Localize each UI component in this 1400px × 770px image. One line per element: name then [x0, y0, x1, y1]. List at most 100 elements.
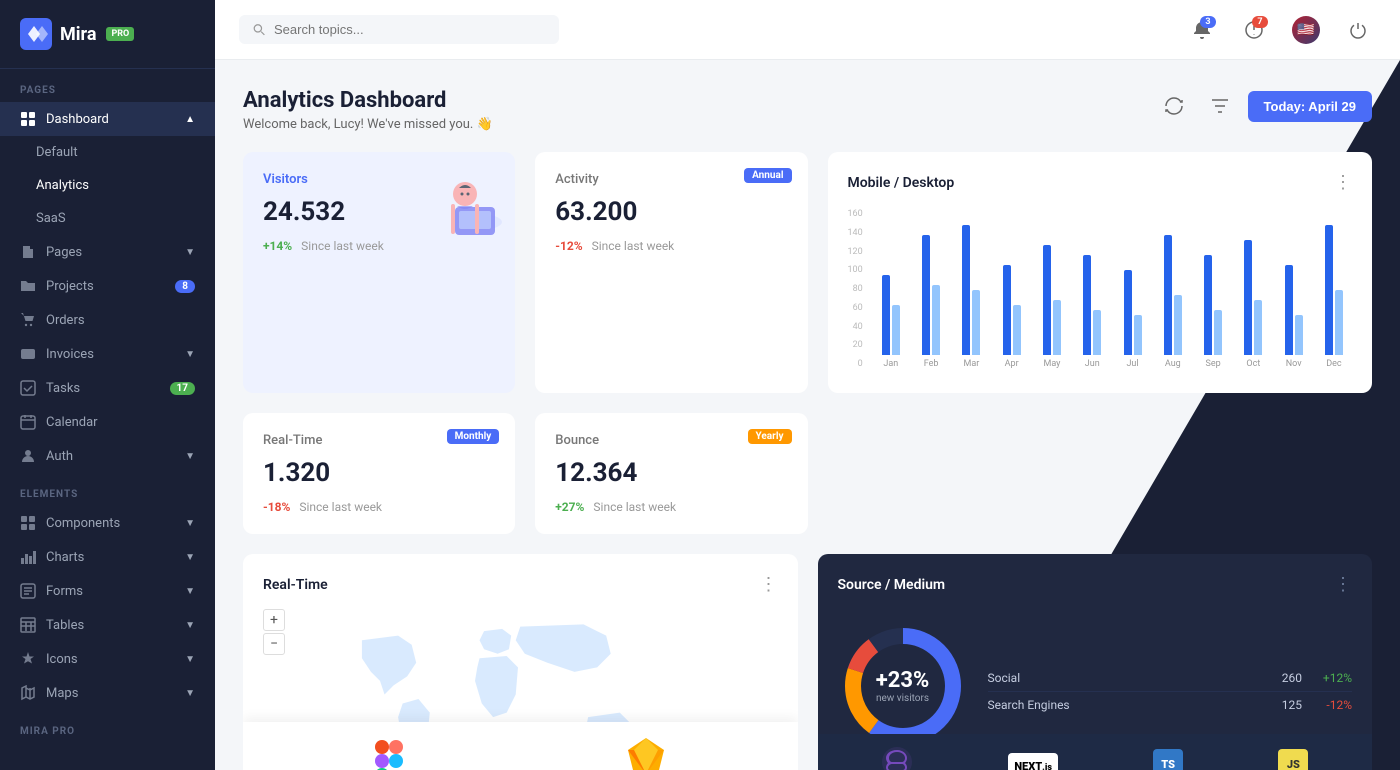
source-title: Source / Medium [838, 577, 946, 593]
source-change-search: -12% [1302, 698, 1352, 712]
bar-group-may: May [1034, 195, 1070, 369]
bar-mobile-mar [972, 290, 980, 355]
sidebar-item-calendar[interactable]: Calendar [0, 405, 215, 439]
nextjs-text: NEXT.js [1014, 760, 1052, 770]
source-list: Social 260 +12% Search Engines 125 -12% [988, 655, 1353, 718]
refresh-button[interactable] [1156, 88, 1192, 124]
page-title: Analytics Dashboard [243, 88, 493, 113]
source-name-search: Search Engines [988, 698, 1253, 712]
search-input[interactable] [274, 22, 545, 37]
filter-button[interactable] [1202, 88, 1238, 124]
visitors-pct: +14% [263, 239, 292, 253]
bar-desktop-oct [1244, 240, 1252, 355]
content-inner: Analytics Dashboard Welcome back, Lucy! … [215, 60, 1400, 770]
maps-icon [20, 685, 36, 701]
map-header: Real-Time ⋮ [263, 574, 778, 595]
icons-icon [20, 651, 36, 667]
sidebar-item-auth[interactable]: Auth ▼ [0, 439, 215, 473]
sidebar-item-tasks[interactable]: Tasks 17 [0, 371, 215, 405]
content-area: Analytics Dashboard Welcome back, Lucy! … [215, 60, 1400, 770]
map-more-button[interactable]: ⋮ [760, 574, 778, 595]
donut-sublabel: new visitors [876, 693, 930, 704]
alerts-count: 7 [1252, 16, 1268, 28]
dashboard-chevron: ▲ [185, 114, 195, 125]
bar-desktop-jan [882, 275, 890, 355]
maps-label: Maps [46, 686, 78, 701]
alerts-button[interactable]: 7 [1236, 12, 1272, 48]
sidebar-item-orders[interactable]: Orders [0, 303, 215, 337]
map-title: Real-Time [263, 577, 328, 593]
map-controls[interactable]: + − [263, 609, 285, 655]
bar-mobile-nov [1295, 315, 1303, 355]
bar-mobile-jan [892, 305, 900, 355]
filter-icon [1211, 97, 1229, 115]
logo-text: Mira [60, 24, 96, 45]
redux-icon [881, 746, 913, 770]
sidebar-item-forms[interactable]: Forms ▼ [0, 574, 215, 608]
components-icon [20, 515, 36, 531]
realtime-badge: Monthly [447, 429, 500, 444]
tasks-badge: 17 [170, 382, 195, 395]
auth-chevron: ▼ [185, 451, 195, 462]
auth-label: Auth [46, 449, 73, 464]
today-button[interactable]: Today: April 29 [1248, 91, 1372, 122]
search-wrap[interactable] [239, 15, 559, 44]
bar-desktop-nov [1285, 265, 1293, 355]
activity-since: Since last week [592, 239, 675, 253]
sidebar-item-default[interactable]: Default [0, 136, 215, 169]
source-name-social: Social [988, 671, 1253, 685]
bar-month-label-apr: Apr [1005, 359, 1019, 369]
sidebar-item-charts[interactable]: Charts ▼ [0, 540, 215, 574]
mirapro-section-label: MIRA PRO [0, 710, 215, 743]
more-options-button[interactable]: ⋮ [1334, 172, 1352, 193]
source-more-button[interactable]: ⋮ [1334, 574, 1352, 595]
bar-desktop-feb [922, 235, 930, 355]
source-change-social: +12% [1302, 671, 1352, 685]
forms-icon [20, 583, 36, 599]
maps-chevron: ▼ [185, 688, 195, 699]
notifications-count: 3 [1200, 16, 1216, 28]
sidebar-item-projects[interactable]: Projects 8 [0, 269, 215, 303]
sidebar-item-saas[interactable]: SaaS [0, 202, 215, 235]
icons-chevron: ▼ [185, 654, 195, 665]
bar-group-dec: Dec [1316, 195, 1352, 369]
sidebar-item-maps[interactable]: Maps ▼ [0, 676, 215, 710]
bar-month-label-oct: Oct [1246, 359, 1260, 369]
sidebar-item-invoices[interactable]: Invoices ▼ [0, 337, 215, 371]
sidebar-item-dashboard[interactable]: Dashboard ▲ [0, 102, 215, 136]
components-chevron: ▼ [185, 518, 195, 529]
bounce-pct: +27% [555, 500, 584, 514]
bar-month-label-jun: Jun [1085, 359, 1100, 369]
components-label: Components [46, 516, 120, 531]
sidebar-item-tables[interactable]: Tables ▼ [0, 608, 215, 642]
analytics-label: Analytics [36, 178, 89, 193]
sidebar-item-analytics[interactable]: Analytics [0, 169, 215, 202]
source-row-social: Social 260 +12% [988, 665, 1353, 692]
chart-icon [20, 549, 36, 565]
folder-icon [20, 278, 36, 294]
bar-mobile-dec [1335, 290, 1343, 355]
bar-mobile-sep [1214, 310, 1222, 355]
sidebar-item-pages[interactable]: Pages ▼ [0, 235, 215, 269]
donut-pct: +23% [876, 668, 930, 693]
zoom-in-button[interactable]: + [263, 609, 285, 631]
bar-desktop-mar [962, 225, 970, 355]
tasks-label: Tasks [46, 381, 80, 396]
sidebar-item-icons[interactable]: Icons ▼ [0, 642, 215, 676]
orders-label: Orders [46, 313, 85, 328]
power-button[interactable] [1340, 12, 1376, 48]
projects-label: Projects [46, 279, 94, 294]
chart-title: Mobile / Desktop [848, 175, 955, 191]
visitors-card: Visitors 24.532 +14% Since last week [243, 152, 515, 393]
sidebar-item-components[interactable]: Components ▼ [0, 506, 215, 540]
bar-month-label-sep: Sep [1205, 359, 1220, 369]
zoom-out-button[interactable]: − [263, 633, 285, 655]
bar-group-jul: Jul [1114, 195, 1150, 369]
language-button[interactable]: 🇺🇸 [1288, 12, 1324, 48]
realtime-map-card: Real-Time ⋮ + − [243, 554, 798, 770]
source-row-search: Search Engines 125 -12% [988, 692, 1353, 718]
sidebar-logo: Mira PRO [0, 0, 215, 69]
bar-group-apr: Apr [994, 195, 1030, 369]
table-icon [20, 617, 36, 633]
notifications-button[interactable]: 3 [1184, 12, 1220, 48]
